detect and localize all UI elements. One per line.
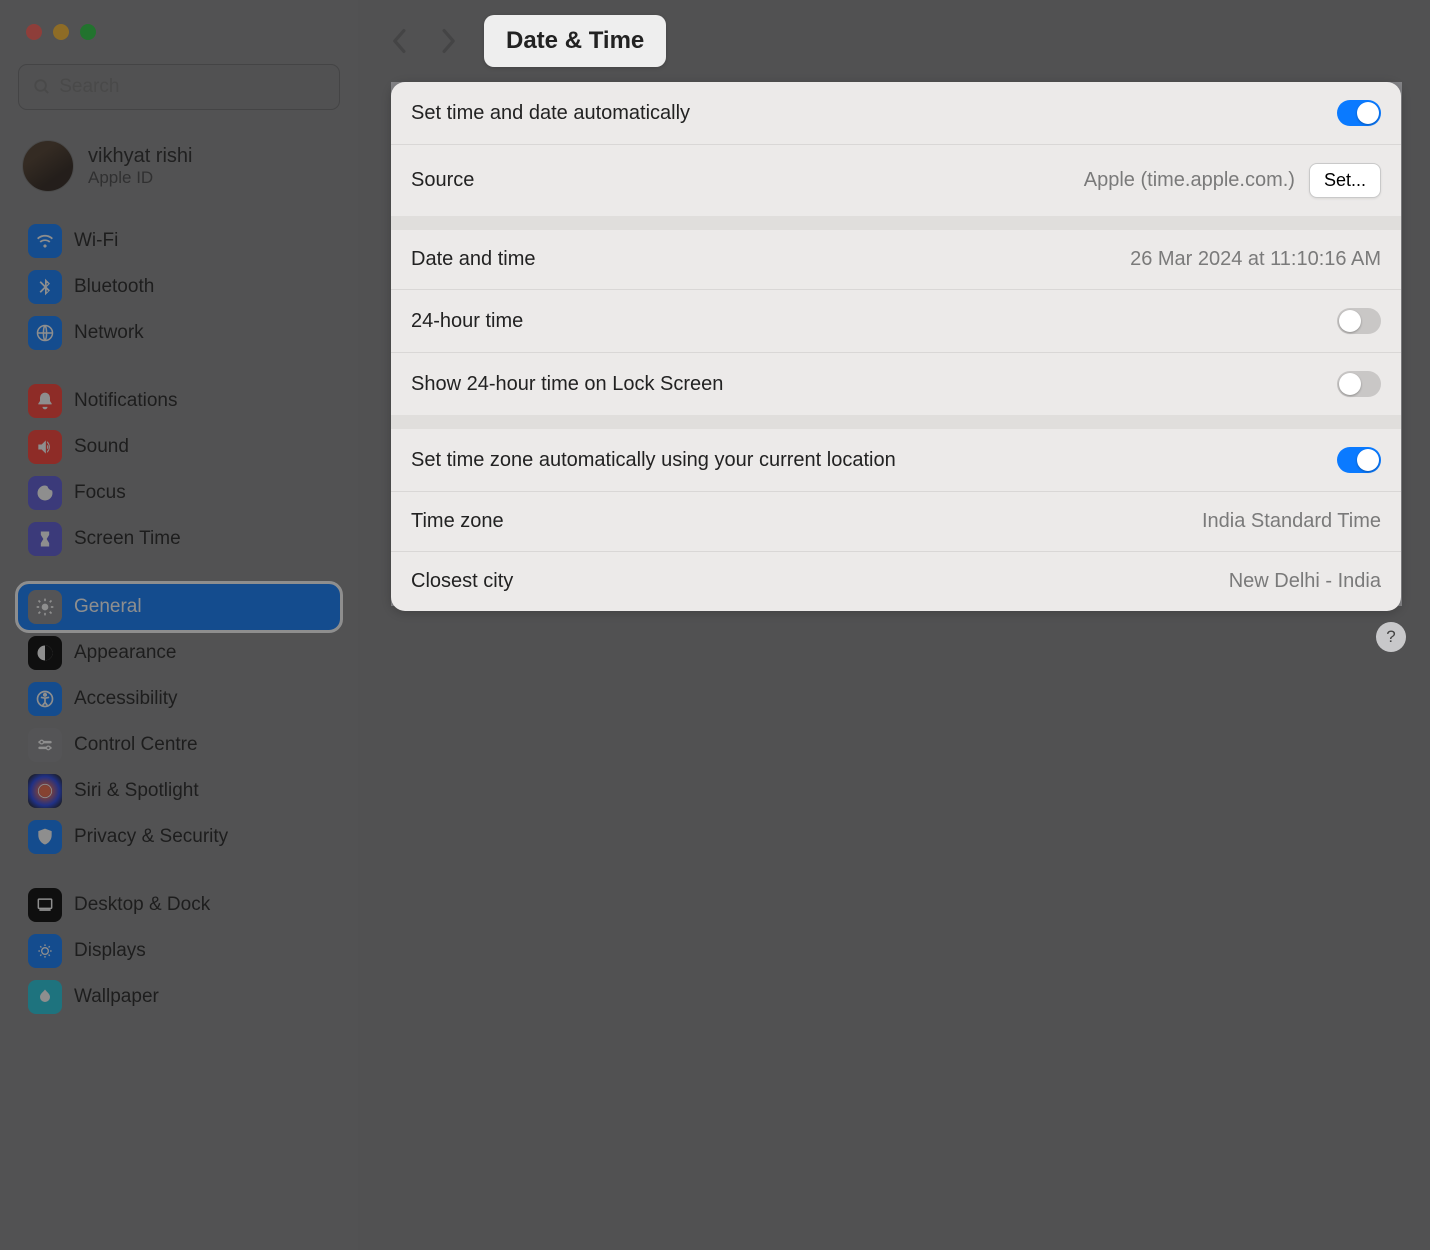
control-centre-icon bbox=[28, 728, 62, 762]
search-input[interactable] bbox=[59, 76, 325, 98]
sidebar: vikhyat rishi Apple ID Wi-Fi Bluetooth Net… bbox=[0, 0, 358, 1250]
row-date-time: Date and time 26 Mar 2024 at 11:10:16 AM bbox=[391, 216, 1401, 289]
settings-panel: Set time and date automatically Source A… bbox=[391, 82, 1401, 611]
label-auto-time: Set time and date automatically bbox=[411, 102, 1337, 125]
sidebar-item-general[interactable]: General bbox=[18, 584, 340, 630]
main-content: Date & Time Set time and date automatica… bbox=[358, 0, 1430, 1250]
accessibility-icon bbox=[28, 682, 62, 716]
sidebar-item-label: Privacy & Security bbox=[74, 826, 228, 848]
sidebar-item-label: General bbox=[74, 596, 142, 618]
toggle-24hour-lock[interactable] bbox=[1337, 371, 1381, 397]
row-24hour-lock: Show 24-hour time on Lock Screen bbox=[391, 352, 1401, 415]
notifications-icon bbox=[28, 384, 62, 418]
sidebar-item-label: Notifications bbox=[74, 390, 178, 412]
sidebar-item-appearance[interactable]: Appearance bbox=[18, 630, 340, 676]
sidebar-list: Wi-Fi Bluetooth Network Notifications Sound… bbox=[0, 218, 358, 1042]
wallpaper-icon bbox=[28, 980, 62, 1014]
sidebar-item-wallpaper[interactable]: Wallpaper bbox=[18, 974, 340, 1020]
sidebar-item-accessibility[interactable]: Accessibility bbox=[18, 676, 340, 722]
value-source: Apple (time.apple.com.) bbox=[1084, 169, 1295, 192]
sidebar-item-notifications[interactable]: Notifications bbox=[18, 378, 340, 424]
sidebar-item-privacy-security[interactable]: Privacy & Security bbox=[18, 814, 340, 860]
sidebar-item-screen-time[interactable]: Screen Time bbox=[18, 516, 340, 562]
sidebar-item-network[interactable]: Network bbox=[18, 310, 340, 356]
sidebar-item-label: Wi-Fi bbox=[74, 230, 118, 252]
sidebar-item-siri-spotlight[interactable]: Siri & Spotlight bbox=[18, 768, 340, 814]
label-auto-tz: Set time zone automatically using your c… bbox=[411, 449, 1337, 472]
sidebar-item-displays[interactable]: Displays bbox=[18, 928, 340, 974]
privacy-icon bbox=[28, 820, 62, 854]
label-city: Closest city bbox=[411, 570, 1229, 593]
general-icon bbox=[28, 590, 62, 624]
row-tz: Time zone India Standard Time bbox=[391, 491, 1401, 551]
sidebar-item-label: Accessibility bbox=[74, 688, 177, 710]
sidebar-item-control-centre[interactable]: Control Centre bbox=[18, 722, 340, 768]
row-24hour: 24-hour time bbox=[391, 289, 1401, 352]
value-city: New Delhi - India bbox=[1229, 570, 1381, 593]
sound-icon bbox=[28, 430, 62, 464]
sidebar-item-label: Focus bbox=[74, 482, 126, 504]
screentime-icon bbox=[28, 522, 62, 556]
sidebar-item-wi-fi[interactable]: Wi-Fi bbox=[18, 218, 340, 264]
bluetooth-icon bbox=[28, 270, 62, 304]
label-source: Source bbox=[411, 169, 1084, 192]
row-auto-tz: Set time zone automatically using your c… bbox=[391, 415, 1401, 491]
back-button[interactable] bbox=[380, 21, 420, 61]
displays-icon bbox=[28, 934, 62, 968]
appearance-icon bbox=[28, 636, 62, 670]
label-date-time: Date and time bbox=[411, 248, 1130, 271]
sidebar-item-label: Screen Time bbox=[74, 528, 181, 550]
label-24hour-lock: Show 24-hour time on Lock Screen bbox=[411, 373, 1337, 396]
sidebar-item-bluetooth[interactable]: Bluetooth bbox=[18, 264, 340, 310]
row-auto-time: Set time and date automatically bbox=[391, 82, 1401, 144]
value-tz: India Standard Time bbox=[1202, 510, 1381, 533]
siri-icon bbox=[28, 774, 62, 808]
value-date-time: 26 Mar 2024 at 11:10:16 AM bbox=[1130, 248, 1381, 271]
network-icon bbox=[28, 316, 62, 350]
sidebar-item-label: Appearance bbox=[74, 642, 176, 664]
sidebar-item-label: Control Centre bbox=[74, 734, 198, 756]
avatar bbox=[22, 140, 74, 192]
desktop-icon bbox=[28, 888, 62, 922]
sidebar-item-label: Sound bbox=[74, 436, 129, 458]
user-name: vikhyat rishi bbox=[88, 145, 192, 168]
label-24hour: 24-hour time bbox=[411, 310, 1337, 333]
sidebar-item-label: Wallpaper bbox=[74, 986, 159, 1008]
focus-icon bbox=[28, 476, 62, 510]
wifi-icon bbox=[28, 224, 62, 258]
window-controls bbox=[0, 0, 358, 64]
search-field[interactable] bbox=[18, 64, 340, 110]
help-button[interactable]: ? bbox=[1376, 622, 1406, 652]
forward-button[interactable] bbox=[428, 21, 468, 61]
toggle-auto-tz[interactable] bbox=[1337, 447, 1381, 473]
fullscreen-window-button[interactable] bbox=[80, 24, 96, 40]
user-sub: Apple ID bbox=[88, 168, 192, 188]
minimize-window-button[interactable] bbox=[53, 24, 69, 40]
set-source-button[interactable]: Set... bbox=[1309, 163, 1381, 198]
apple-id-row[interactable]: vikhyat rishi Apple ID bbox=[0, 132, 358, 218]
toggle-24hour[interactable] bbox=[1337, 308, 1381, 334]
label-tz: Time zone bbox=[411, 510, 1202, 533]
sidebar-item-label: Network bbox=[74, 322, 144, 344]
sidebar-item-label: Displays bbox=[74, 940, 146, 962]
sidebar-item-sound[interactable]: Sound bbox=[18, 424, 340, 470]
close-window-button[interactable] bbox=[26, 24, 42, 40]
sidebar-item-label: Desktop & Dock bbox=[74, 894, 210, 916]
topbar: Date & Time bbox=[358, 0, 1430, 82]
toggle-auto-time[interactable] bbox=[1337, 100, 1381, 126]
sidebar-item-label: Siri & Spotlight bbox=[74, 780, 199, 802]
row-city: Closest city New Delhi - India bbox=[391, 551, 1401, 611]
search-icon bbox=[33, 77, 51, 97]
sidebar-item-focus[interactable]: Focus bbox=[18, 470, 340, 516]
page-title: Date & Time bbox=[484, 15, 666, 67]
sidebar-item-label: Bluetooth bbox=[74, 276, 154, 298]
sidebar-item-desktop-dock[interactable]: Desktop & Dock bbox=[18, 882, 340, 928]
row-source: Source Apple (time.apple.com.) Set... bbox=[391, 144, 1401, 216]
